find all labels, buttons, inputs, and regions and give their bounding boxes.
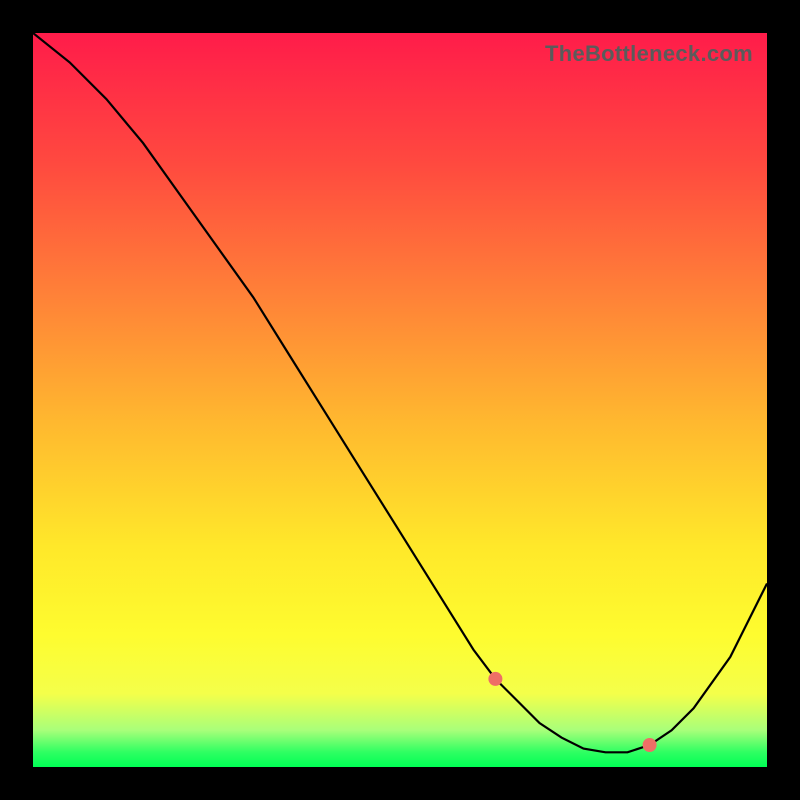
- chart-svg: [33, 33, 767, 767]
- bottleneck-curve-line: [33, 33, 767, 752]
- chart-stage: TheBottleneck.com: [0, 0, 800, 800]
- plot-area: TheBottleneck.com: [33, 33, 767, 767]
- optimal-markers: [488, 672, 656, 754]
- marker-dot: [488, 672, 502, 686]
- marker-dot: [643, 738, 657, 752]
